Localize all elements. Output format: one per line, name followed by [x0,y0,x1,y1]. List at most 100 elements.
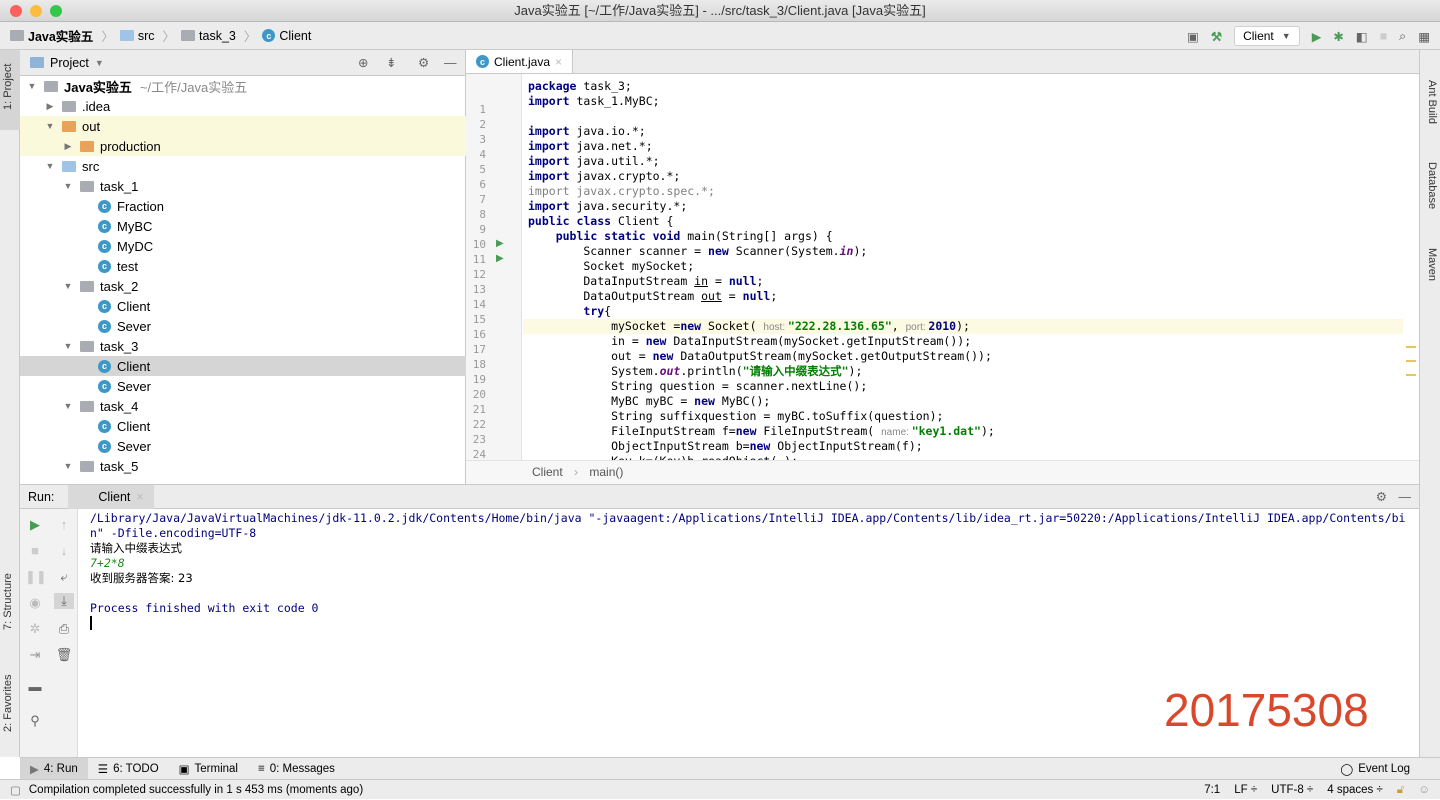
line-separator-select[interactable]: LF ÷ [1234,784,1257,796]
toggle-tool-windows-icon[interactable]: ▢ [10,783,21,797]
tool-tab-messages[interactable]: ≡ 0: Messages [248,758,345,780]
close-window-button[interactable] [10,5,22,17]
expanded-arrow-icon[interactable]: ▼ [62,461,74,471]
tree-item[interactable]: ▼ out [20,116,466,136]
tool-tab-maven[interactable]: Maven [1426,248,1438,281]
run-gutter-icon[interactable]: ▶ [496,253,504,264]
arrow-up-icon[interactable]: ↑ [54,517,74,532]
code-line[interactable]: String suffixquestion = myBC.toSuffix(qu… [528,409,1408,424]
tree-item[interactable]: ▼ task_5 [20,456,466,476]
arrow-down-icon[interactable]: ↓ [54,543,74,558]
code-line[interactable]: public class Client { [528,214,1408,229]
collapse-all-icon[interactable]: ⇟ [386,55,396,70]
tree-item[interactable]: ▶ .idea [20,96,466,116]
tree-item[interactable]: c Client [20,356,466,376]
tool-tab-structure[interactable]: 7: Structure [2,573,14,630]
code-line[interactable]: ObjectInputStream b=new ObjectInputStrea… [528,439,1408,454]
run-configuration-select[interactable]: Client ▼ [1234,26,1300,46]
code-line[interactable]: System.out.println("请输入中缀表达式"); [528,364,1408,379]
code-line[interactable]: package task_3; [528,79,1408,94]
code-line[interactable]: import javax.crypto.*; [528,169,1408,184]
encoding-select[interactable]: UTF-8 ÷ [1271,784,1313,796]
layout-icon[interactable]: ▬ [25,679,45,694]
indent-select[interactable]: 4 spaces ÷ [1327,784,1383,796]
build-hammer-icon[interactable]: ⚒ [1211,29,1222,44]
login-icon[interactable]: ⇥ [25,647,45,663]
tool-tab-ant-build[interactable]: Ant Build [1426,80,1438,124]
tool-tab-favorites[interactable]: 2: Favorites [2,675,14,732]
collapsed-arrow-icon[interactable]: ▶ [62,141,74,152]
crumb-task3[interactable]: task_3 [181,29,236,43]
code-line[interactable]: try{ [528,304,1408,319]
warning-marker[interactable] [1406,360,1416,362]
tool-tab-todo[interactable]: ☰ 6: TODO [88,758,169,780]
code-line[interactable] [528,109,1408,124]
debug-bug-icon[interactable]: ✱ [1333,29,1343,44]
expanded-arrow-icon[interactable]: ▼ [62,281,74,291]
code-line[interactable]: String question = scanner.nextLine(); [528,379,1408,394]
code-line[interactable]: DataOutputStream out = null; [528,289,1408,304]
terminal-icon[interactable]: ▣ [1187,29,1199,44]
console-caret[interactable] [90,616,92,630]
tree-item[interactable]: c Sever [20,376,466,396]
stop-icon[interactable]: ■ [1380,29,1388,43]
run-icon[interactable]: ▶ [1312,29,1322,44]
tree-item[interactable]: c Client [20,416,466,436]
expanded-arrow-icon[interactable]: ▼ [26,81,38,91]
lock-icon[interactable]: 🔓︎ [1397,784,1404,797]
soft-wrap-icon[interactable]: ⤶ [54,569,74,585]
rerun-icon[interactable]: ▶ [25,517,45,533]
close-tab-icon[interactable]: × [555,55,562,69]
tool-tab-terminal[interactable]: ▣ Terminal [169,758,248,780]
code-line[interactable]: import java.util.*; [528,154,1408,169]
crumb-src[interactable]: src [119,29,155,43]
scroll-to-end-icon[interactable]: ⤓ [54,593,74,609]
tree-item[interactable]: ▼ src [20,156,466,176]
code-line[interactable]: import java.security.*; [528,199,1408,214]
code-line[interactable]: Scanner scanner = new Scanner(System.in)… [528,244,1408,259]
event-log-button[interactable]: ◯ Event Log [1330,758,1420,780]
gear-icon[interactable]: ⚙ [1376,489,1387,504]
trash-icon[interactable]: 🗑 [54,647,74,663]
project-view-select[interactable]: Project [50,56,89,70]
code-line[interactable]: import java.io.*; [528,124,1408,139]
code-line[interactable]: FileInputStream f=new FileInputStream( n… [528,424,1408,439]
tree-item[interactable]: c MyDC [20,236,466,256]
tree-item[interactable]: c test [20,256,466,276]
coverage-icon[interactable]: ◧ [1356,29,1368,44]
tree-item[interactable]: ▼ task_3 [20,336,466,356]
locate-target-icon[interactable]: ⊕ [358,55,368,70]
run-tab-client[interactable]: Client × [68,484,154,509]
hide-panel-icon[interactable]: — [1399,490,1412,504]
expanded-arrow-icon[interactable]: ▼ [44,121,56,131]
gear-icon[interactable]: ⚙ [418,55,429,70]
console-output[interactable]: /Library/Java/JavaVirtualMachines/jdk-11… [90,511,1410,630]
tree-item[interactable]: ▶ production [20,136,466,156]
expanded-arrow-icon[interactable]: ▼ [44,161,56,171]
code-line[interactable]: mySocket =new Socket( host: "222.28.136.… [523,319,1403,334]
stop-icon[interactable]: ■ [25,543,45,558]
hide-panel-icon[interactable]: — [444,56,457,70]
chevron-down-icon[interactable]: ▼ [95,58,104,68]
tree-item[interactable]: c MyBC [20,216,466,236]
close-tab-icon[interactable]: × [136,490,143,504]
expanded-arrow-icon[interactable]: ▼ [62,181,74,191]
warning-marker[interactable] [1406,374,1416,376]
crumb-project[interactable]: Java实验五 [10,26,93,45]
code-line[interactable]: DataInputStream in = null; [528,274,1408,289]
tree-item[interactable]: ▼ task_1 [20,176,466,196]
collapsed-arrow-icon[interactable]: ▶ [44,101,56,112]
tab-client-java[interactable]: c Client.java × [466,50,574,73]
pin-icon[interactable]: ⚲ [25,713,45,729]
minimize-window-button[interactable] [30,5,42,17]
tree-item[interactable]: c Fraction [20,196,466,216]
tool-tab-run[interactable]: ▶ 4: Run [20,757,88,780]
tool-tab-database[interactable]: Database [1426,162,1438,209]
project-structure-icon[interactable]: ▦ [1418,29,1430,44]
code-line[interactable]: import java.net.*; [528,139,1408,154]
crumb-client[interactable]: c Client [262,29,311,43]
code-line[interactable]: import task_1.MyBC; [528,94,1408,109]
tree-item[interactable]: c Client [20,296,466,316]
error-stripe[interactable] [1406,84,1416,376]
hector-icon[interactable]: ☺ [1418,784,1430,796]
